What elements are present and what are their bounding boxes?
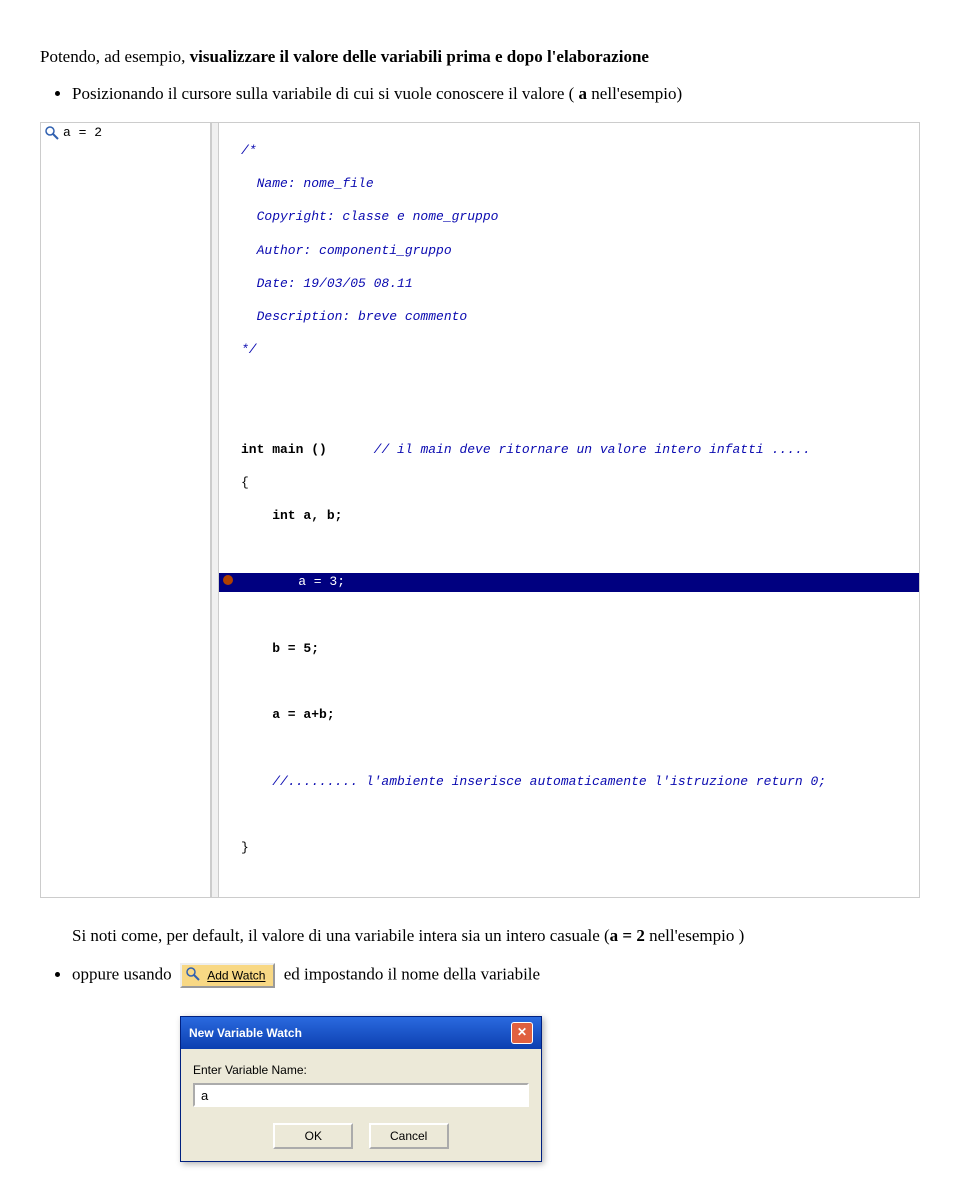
code-blank [241,607,919,625]
code-blank [241,673,919,691]
watch-value: a = 2 [63,125,102,140]
code-line: } [241,839,919,857]
new-variable-watch-dialog: New Variable Watch ✕ Enter Variable Name… [180,1016,542,1162]
magnifier-icon [186,967,200,984]
watch-row[interactable]: a = 2 [45,125,206,140]
breakpoint-icon[interactable] [223,575,233,585]
watch-pane[interactable]: a = 2 [41,123,211,897]
bullet1-bold: a [579,84,588,103]
code-pane[interactable]: /* Name: nome_file Copyright: classe e n… [219,123,919,897]
cancel-button[interactable]: Cancel [369,1123,449,1149]
code-line: Author: componenti_gruppo [241,242,919,260]
code-line: */ [241,341,919,359]
code-line: Date: 19/03/05 08.11 [241,275,919,293]
variable-name-input[interactable] [193,1083,529,1107]
code-line-highlight: a = 3; [267,573,345,591]
bullet1-prefix: Posizionando il cursore sulla variabile … [72,84,579,103]
close-icon[interactable]: ✕ [511,1022,533,1044]
code-blank [241,374,919,392]
code-blank [241,739,919,757]
bullet-position-cursor: Posizionando il cursore sulla variabile … [72,84,920,104]
dialog-title-text: New Variable Watch [189,1026,302,1040]
bullet2-prefix: oppure usando [72,965,176,984]
code-main-sig: int main () [241,442,327,457]
dialog-buttons: OK Cancel [181,1117,541,1161]
current-exec-line: a = 3; [219,573,919,591]
code-line-main: int main () // il main deve ritornare un… [241,441,919,459]
ok-button[interactable]: OK [273,1123,353,1149]
code-line: { [241,474,919,492]
code-blank [241,408,919,426]
bullet-add-watch: oppure usando Add Watch ed impostando il… [72,963,920,988]
bullet1-suffix: nell'esempio) [587,84,682,103]
code-line: /* [241,142,919,160]
dialog-titlebar[interactable]: New Variable Watch ✕ [181,1017,541,1049]
ide-screenshot: a = 2 /* Name: nome_file Copyright: clas… [40,122,920,898]
code-blank [241,540,919,558]
code-line: //......... l'ambiente inserisce automat… [241,773,919,791]
add-watch-button[interactable]: Add Watch [180,963,276,988]
code-line: Description: breve commento [241,308,919,326]
note-suffix: nell'esempio ) [645,926,744,945]
pane-splitter[interactable] [211,123,219,897]
code-line: b = 5; [241,640,919,658]
intro-sentence: Potendo, ad esempio, visualizzare il val… [40,47,920,67]
code-blank [241,806,919,824]
intro-prefix: Potendo, ad esempio, [40,47,190,66]
dialog-body: Enter Variable Name: [181,1049,541,1117]
note-default-value: Si noti come, per default, il valore di … [72,926,920,946]
code-line: Copyright: classe e nome_gruppo [241,208,919,226]
code-main-comment: // il main deve ritornare un valore inte… [374,442,811,457]
add-watch-label: Add Watch [207,969,265,983]
note-bold: a = 2 [610,926,645,945]
note-prefix: Si noti come, per default, il valore di … [72,926,610,945]
intro-bold: visualizzare il valore delle variabili p… [190,47,649,66]
code-line: int a, b; [241,507,919,525]
bullet2-suffix: ed impostando il nome della variabile [284,965,540,984]
variable-name-label: Enter Variable Name: [193,1063,529,1077]
magnifier-icon [45,126,59,140]
code-line: a = a+b; [241,706,919,724]
code-line: Name: nome_file [241,175,919,193]
